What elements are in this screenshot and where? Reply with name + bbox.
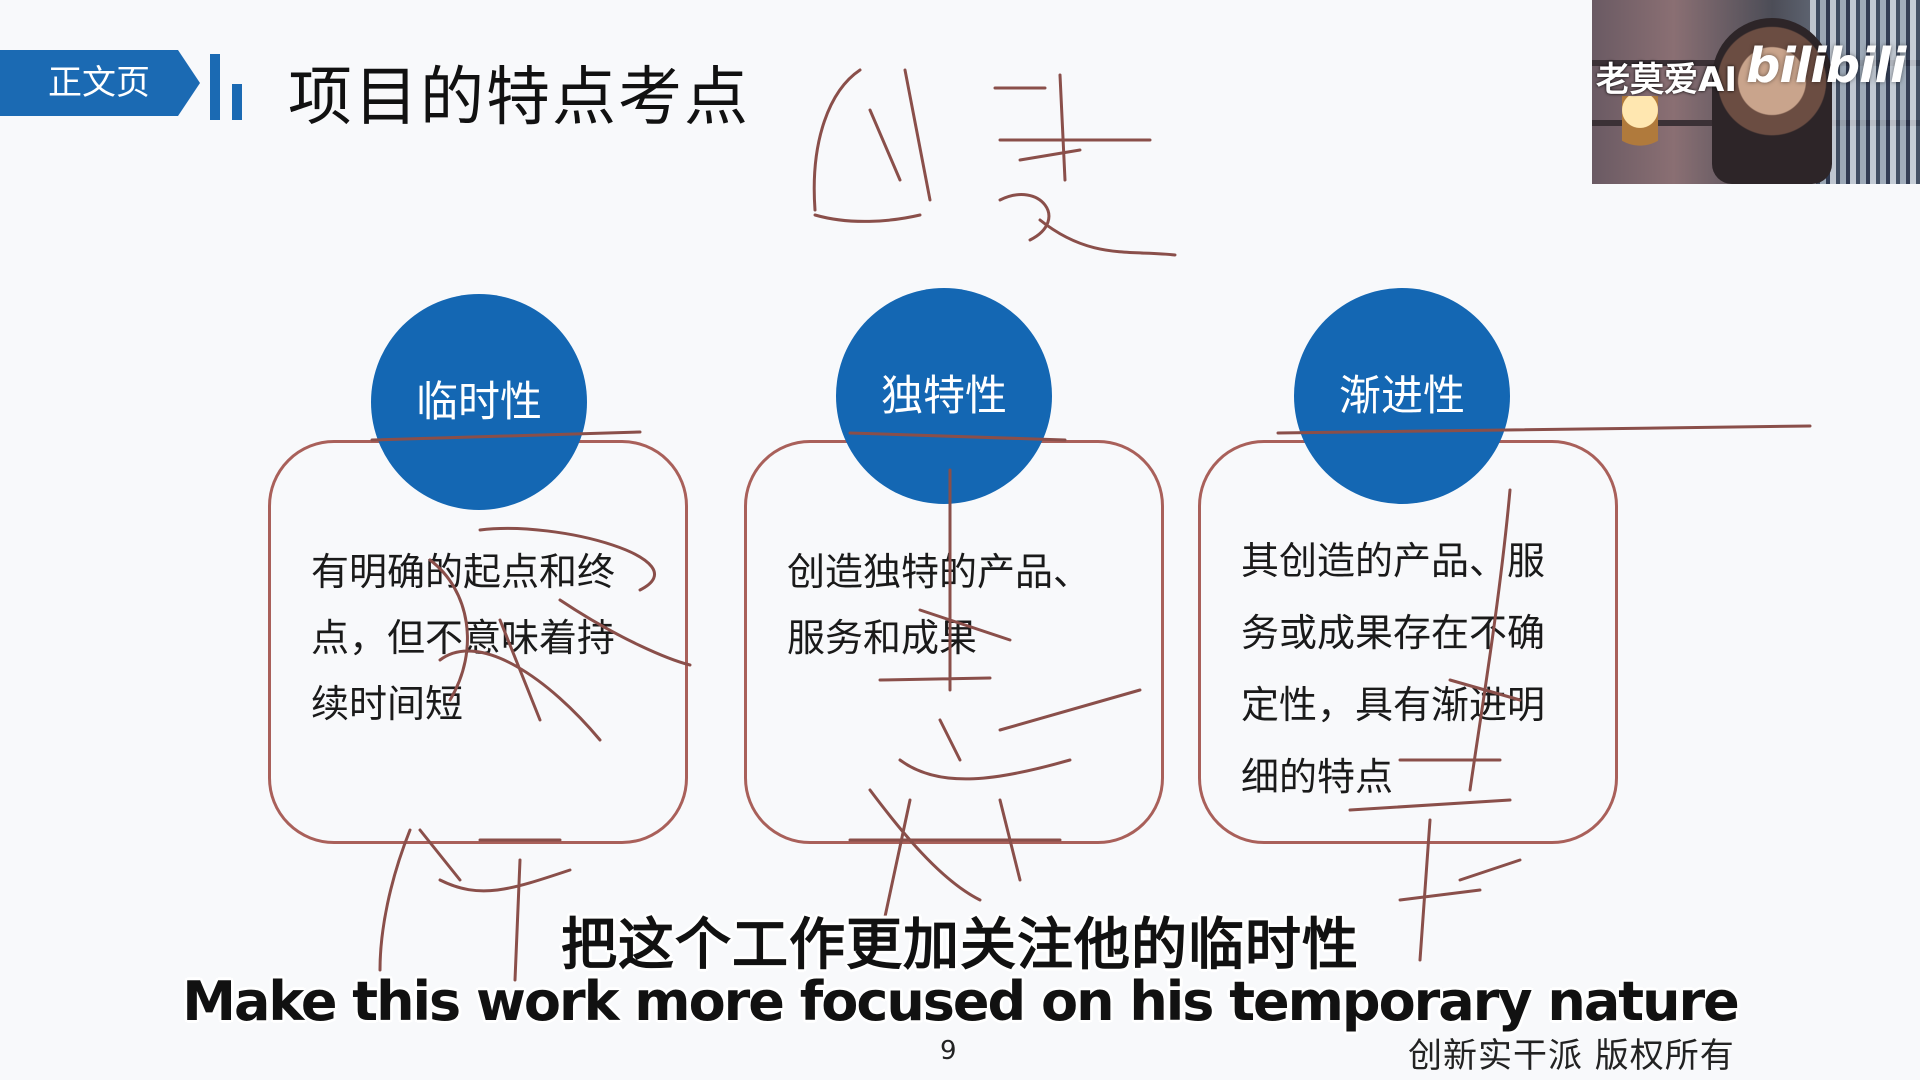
card-line: 服务和成果 bbox=[787, 616, 978, 660]
card-line: 务或成果存在不确 bbox=[1241, 611, 1546, 655]
page-number: 9 bbox=[940, 1036, 957, 1066]
lamp-icon bbox=[1622, 96, 1658, 166]
bubble-progressive: 渐进性 bbox=[1294, 288, 1510, 504]
page-title: 项目的特点考点 bbox=[288, 61, 750, 135]
card-line: 有明确的起点和终 bbox=[311, 550, 616, 594]
bilibili-logo: bilibili bbox=[1746, 38, 1906, 94]
card-line: 续时间短 bbox=[311, 682, 464, 726]
card-body: 其创造的产品、服 务或成果存在不确 定性，具有渐进明 细的特点 bbox=[1241, 525, 1591, 813]
slide: 正文页 项目的特点考点 有明确的起点和终 点，但不意味着持 续时间短 临时性 创… bbox=[0, 0, 1920, 1080]
card-body: 创造独特的产品、 服务和成果 bbox=[787, 539, 1137, 671]
subtitle-english: Make this work more focused on his tempo… bbox=[182, 970, 1740, 1033]
bubble-unique: 独特性 bbox=[836, 288, 1052, 504]
uploader-name: 老莫爱AI bbox=[1596, 60, 1737, 100]
footer-copyright: 创新实干派 版权所有 bbox=[1408, 1036, 1735, 1076]
bubble-temporary: 临时性 bbox=[371, 294, 587, 510]
card-line: 细的特点 bbox=[1241, 755, 1394, 799]
webcam-overlay: 老莫爱AI bilibili bbox=[1592, 0, 1920, 184]
card-body: 有明确的起点和终 点，但不意味着持 续时间短 bbox=[311, 539, 661, 737]
subtitle-chinese: 把这个工作更加关注他的临时性 bbox=[561, 913, 1359, 978]
card-line: 创造独特的产品、 bbox=[787, 550, 1092, 594]
card-line: 点，但不意味着持 bbox=[311, 616, 616, 660]
card-line: 定性，具有渐进明 bbox=[1241, 683, 1546, 727]
section-tag: 正文页 bbox=[0, 50, 200, 116]
title-accent-bars bbox=[210, 50, 246, 120]
card-line: 其创造的产品、服 bbox=[1241, 539, 1546, 583]
